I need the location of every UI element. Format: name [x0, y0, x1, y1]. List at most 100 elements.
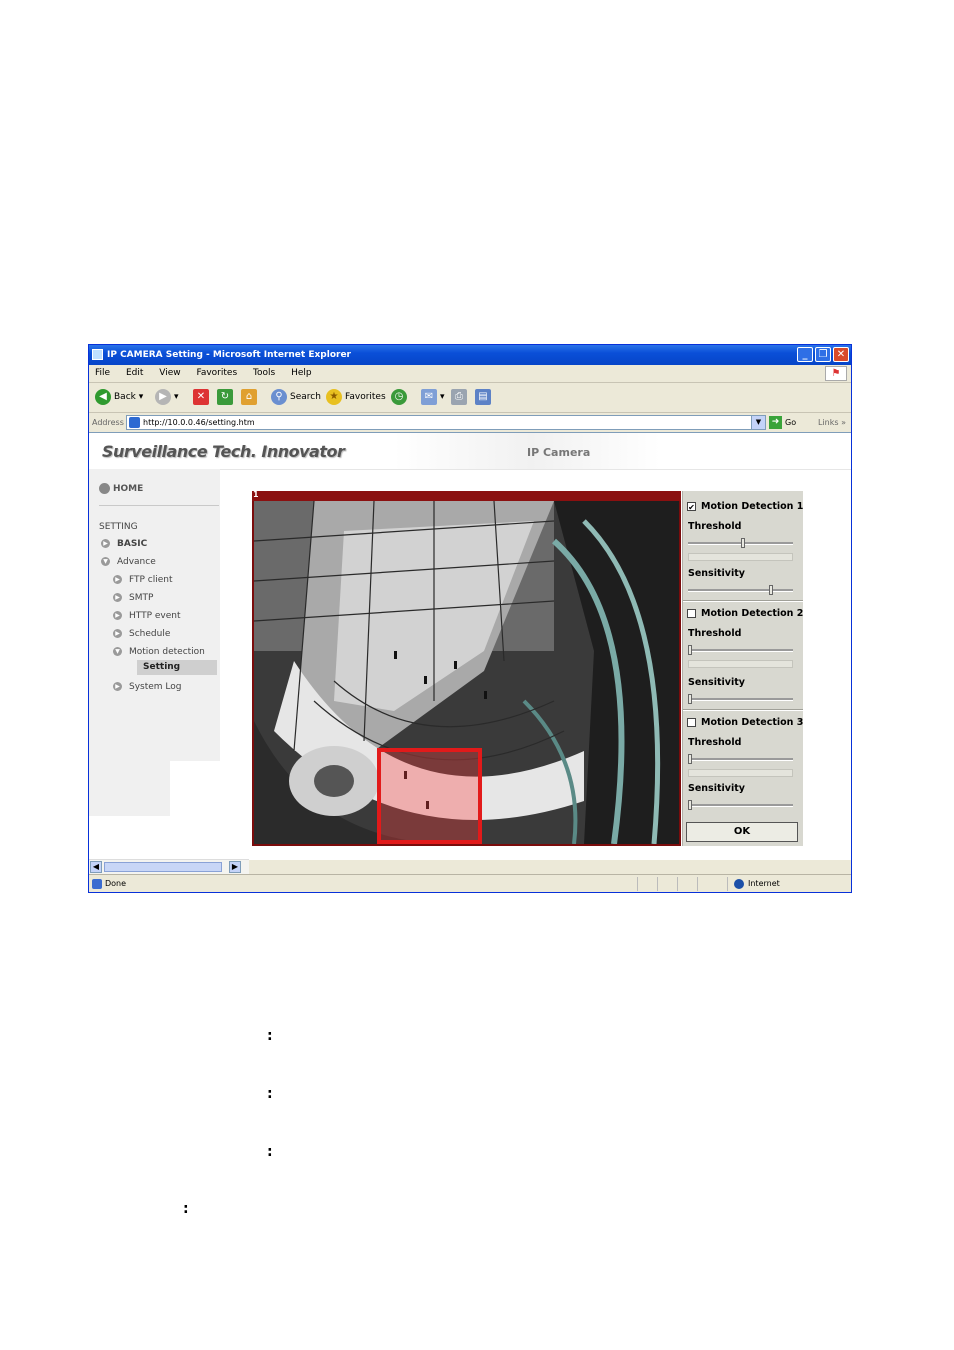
- history-button[interactable]: ◷: [391, 388, 410, 406]
- home-icon: ⌂: [241, 388, 257, 405]
- links-label: Links: [818, 418, 839, 427]
- page-done-icon: [92, 879, 102, 889]
- sidebar-item-motion-detection[interactable]: ▼ Motion detection: [113, 647, 205, 657]
- motion-detection-1-label: Motion Detection 1: [701, 501, 804, 512]
- motion-detection-3-label: Motion Detection 3: [701, 717, 804, 728]
- expand-arrow-icon: ▶: [113, 593, 122, 602]
- print-button[interactable]: ⎙: [451, 388, 470, 406]
- sidebar-item-http-event[interactable]: ▶ HTTP event: [113, 611, 181, 621]
- restore-button[interactable]: ❐: [815, 347, 831, 362]
- page-icon: [129, 417, 140, 428]
- menu-help[interactable]: Help: [291, 368, 312, 378]
- links-button[interactable]: Links »: [818, 413, 846, 432]
- sidebar-item-label: BASIC: [117, 539, 148, 549]
- back-arrow-icon: ◀: [95, 388, 111, 405]
- doc-colon: :: [267, 1144, 273, 1160]
- slider-thumb[interactable]: [769, 585, 773, 595]
- threshold-slider[interactable]: [688, 538, 793, 548]
- sensitivity-slider[interactable]: [688, 800, 793, 810]
- sidebar-item-smtp[interactable]: ▶ SMTP: [113, 593, 153, 603]
- horizontal-scrollbar[interactable]: ◀ ▶: [89, 859, 249, 874]
- go-button[interactable]: ➜ Go: [769, 415, 796, 430]
- sidebar-item-label: HTTP event: [129, 611, 181, 621]
- sidebar-item-advance[interactable]: ▼ Advance: [101, 557, 156, 567]
- brand-logo-text: Surveillance Tech. Innovator: [102, 442, 345, 461]
- threshold-label: Threshold: [688, 628, 742, 639]
- status-bar: Done Internet: [89, 874, 851, 892]
- browser-window: IP CAMERA Setting - Microsoft Internet E…: [88, 344, 852, 893]
- scroll-left-icon[interactable]: ◀: [90, 861, 102, 873]
- expand-arrow-icon: ▶: [113, 611, 122, 620]
- ok-button[interactable]: OK: [686, 822, 798, 842]
- section-divider: [683, 600, 803, 602]
- scrollbar-thumb[interactable]: [104, 862, 222, 872]
- slider-thumb[interactable]: [688, 645, 692, 655]
- sensitivity-slider[interactable]: [688, 585, 793, 595]
- go-arrow-icon: ➜: [769, 416, 782, 429]
- scroll-right-icon[interactable]: ▶: [229, 861, 241, 873]
- camera-view-frame: 1: [252, 490, 681, 846]
- sidebar-item-schedule[interactable]: ▶ Schedule: [113, 629, 170, 639]
- window-title: IP CAMERA Setting - Microsoft Internet E…: [107, 350, 351, 360]
- minimize-button[interactable]: _: [797, 347, 813, 362]
- home-button[interactable]: ⌂: [241, 388, 260, 406]
- checkbox-checked-icon[interactable]: ✔: [687, 502, 696, 512]
- menu-tools[interactable]: Tools: [253, 368, 275, 378]
- mail-button[interactable]: ✉ ▾: [421, 388, 445, 406]
- close-button[interactable]: ✕: [833, 347, 849, 362]
- favorites-button[interactable]: ★ Favorites: [326, 388, 386, 406]
- threshold-level-bar: [688, 553, 793, 561]
- status-divider: [677, 877, 678, 891]
- motion-detection-1-toggle[interactable]: ✔ Motion Detection 1: [687, 501, 803, 512]
- expand-arrow-icon: ▶: [113, 629, 122, 638]
- slider-thumb[interactable]: [688, 694, 692, 704]
- slider-thumb[interactable]: [688, 800, 692, 810]
- threshold-label: Threshold: [688, 737, 742, 748]
- back-button[interactable]: ◀ Back ▾: [95, 388, 143, 406]
- motion-detection-3-toggle[interactable]: Motion Detection 3: [687, 717, 803, 728]
- motion-detection-2-label: Motion Detection 2: [701, 608, 804, 619]
- checkbox-unchecked-icon[interactable]: [687, 718, 696, 727]
- zone-label: Internet: [748, 879, 780, 888]
- collapse-arrow-icon: ▼: [113, 647, 122, 656]
- sensitivity-slider[interactable]: [688, 694, 793, 704]
- sidebar-item-system-log[interactable]: ▶ System Log: [113, 682, 182, 692]
- threshold-slider[interactable]: [688, 645, 793, 655]
- camera-header-bar: 1: [252, 490, 681, 501]
- sidebar-item-setting[interactable]: Setting: [137, 660, 217, 675]
- sidebar-item-basic[interactable]: ▶ BASIC: [101, 539, 147, 549]
- edit-page-button[interactable]: ▤: [475, 388, 494, 406]
- slider-thumb[interactable]: [688, 754, 692, 764]
- motion-detection-region[interactable]: [377, 748, 482, 844]
- status-divider: [657, 877, 658, 891]
- threshold-label: Threshold: [688, 521, 742, 532]
- sensitivity-label: Sensitivity: [688, 783, 745, 794]
- slider-track: [688, 698, 793, 701]
- menu-view[interactable]: View: [159, 368, 180, 378]
- back-label: Back: [114, 392, 136, 402]
- address-dropdown-icon[interactable]: ▼: [751, 416, 765, 429]
- menu-favorites[interactable]: Favorites: [196, 368, 237, 378]
- forward-arrow-icon: ▶: [155, 388, 171, 405]
- threshold-slider[interactable]: [688, 754, 793, 764]
- sensitivity-label: Sensitivity: [688, 677, 745, 688]
- motion-detection-2-toggle[interactable]: Motion Detection 2: [687, 608, 803, 619]
- expand-arrow-icon: ▶: [113, 682, 122, 691]
- checkbox-unchecked-icon[interactable]: [687, 609, 696, 618]
- stop-button[interactable]: ✕: [193, 388, 212, 406]
- sidebar-background: [89, 761, 170, 816]
- menu-edit[interactable]: Edit: [126, 368, 143, 378]
- slider-thumb[interactable]: [741, 538, 745, 548]
- refresh-button[interactable]: ↻: [217, 388, 236, 406]
- address-bar: Address http://10.0.0.46/setting.htm ▼ ➜…: [89, 413, 851, 432]
- search-button[interactable]: ⚲ Search: [271, 388, 321, 406]
- home-link[interactable]: HOME: [99, 483, 143, 494]
- forward-button[interactable]: ▶ ▾: [155, 388, 179, 406]
- menu-file[interactable]: File: [95, 368, 110, 378]
- address-url: http://10.0.0.46/setting.htm: [143, 418, 255, 427]
- title-bar: IP CAMERA Setting - Microsoft Internet E…: [89, 345, 851, 365]
- address-input[interactable]: http://10.0.0.46/setting.htm ▼: [126, 415, 766, 430]
- camera-live-image[interactable]: [254, 501, 679, 844]
- sidebar-item-ftp-client[interactable]: ▶ FTP client: [113, 575, 173, 585]
- status-divider: [727, 877, 728, 891]
